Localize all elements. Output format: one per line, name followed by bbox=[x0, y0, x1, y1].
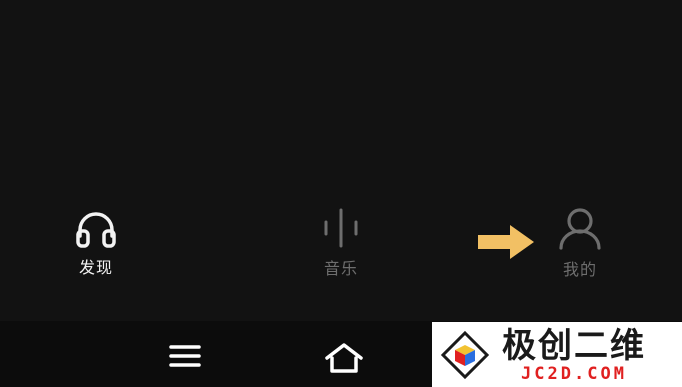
arrow-right-icon bbox=[478, 225, 534, 259]
tab-discover-label: 发现 bbox=[78, 258, 113, 277]
tab-music[interactable]: 音乐 bbox=[316, 207, 366, 279]
tab-music-label: 音乐 bbox=[323, 259, 358, 278]
watermark-cn-text: 极创二维 bbox=[502, 325, 646, 366]
headphones-icon bbox=[76, 212, 116, 248]
home-icon[interactable] bbox=[323, 341, 365, 375]
watermark: 极创二维 JC2D.COM bbox=[432, 322, 682, 387]
menu-icon[interactable] bbox=[168, 341, 202, 371]
watermark-logo-icon bbox=[440, 330, 490, 379]
watermark-en-text: JC2D.COM bbox=[521, 363, 627, 384]
tab-mine[interactable]: 我的 bbox=[556, 206, 604, 280]
waveform-icon bbox=[324, 208, 358, 248]
tab-discover[interactable]: 发现 bbox=[74, 208, 118, 278]
tab-mine-label: 我的 bbox=[562, 260, 597, 279]
user-icon bbox=[559, 208, 601, 250]
